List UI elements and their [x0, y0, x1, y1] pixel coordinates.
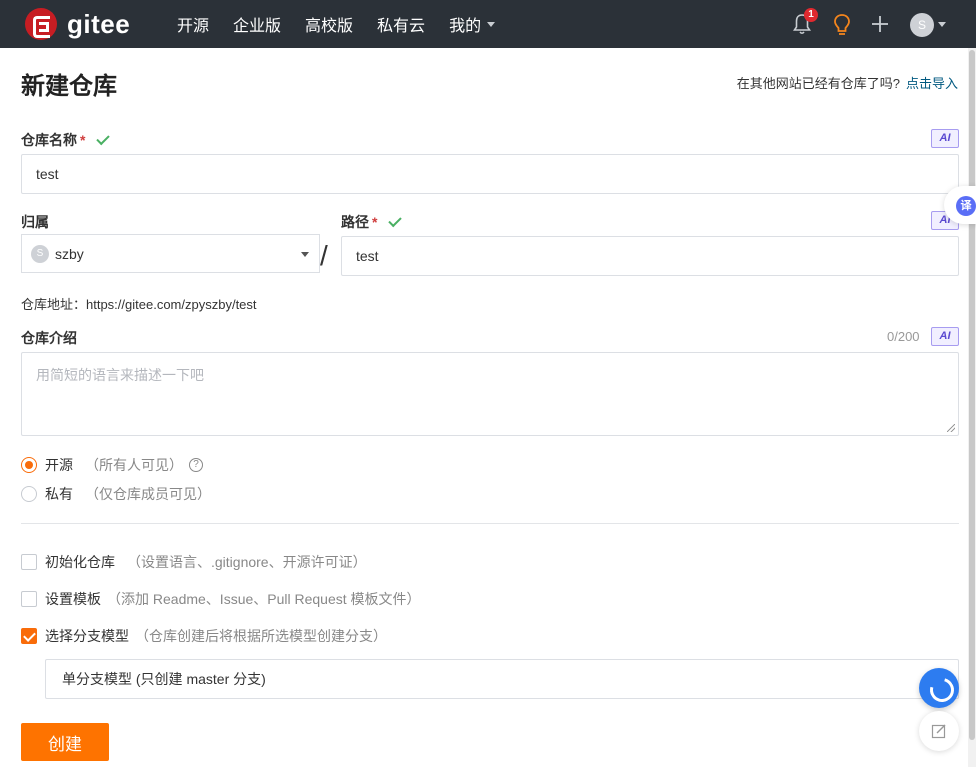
nav-item-mine-label: 我的 [449, 18, 482, 35]
visibility-private-option[interactable]: 私有 （仅仓库成员可见） [21, 484, 211, 504]
private-radio[interactable] [21, 486, 37, 502]
init-repo-label: 初始化仓库 [45, 554, 115, 570]
path-label-text: 路径 [341, 214, 369, 230]
visibility-public-option[interactable]: 开源 （所有人可见） ? [21, 455, 203, 475]
ai-button[interactable]: AI [931, 129, 959, 148]
repo-address: 仓库地址：https://gitee.com/zpyszby/test [21, 297, 257, 312]
nav-item-mine[interactable]: 我的 [449, 12, 496, 36]
chevron-down-icon[interactable] [938, 22, 946, 27]
required-mark: * [372, 214, 378, 230]
nav-item-education[interactable]: 高校版 [305, 12, 353, 36]
branch-model-label: 选择分支模型 [45, 628, 129, 644]
gitee-logo[interactable]: gitee [25, 8, 130, 40]
create-button[interactable]: 创建 [21, 723, 109, 761]
top-navbar: gitee 开源 企业版 高校版 私有云 我的 1 S [0, 0, 976, 48]
description-textarea[interactable]: 用简短的语言来描述一下吧 [21, 352, 959, 436]
init-repo-option[interactable]: 初始化仓库 （设置语言、.gitignore、开源许可证） [21, 552, 367, 572]
repo-name-label-text: 仓库名称 [21, 132, 77, 148]
page-title: 新建仓库 [21, 73, 117, 100]
branch-model-checkbox[interactable] [21, 628, 37, 644]
template-label: 设置模板 [45, 591, 101, 607]
repo-name-input[interactable]: test [21, 154, 959, 194]
main-nav: 开源 企业版 高校版 私有云 我的 [177, 0, 519, 48]
public-hint: （所有人可见） [85, 457, 183, 473]
user-avatar[interactable]: S [910, 13, 934, 37]
branch-model-hint: （仓库创建后将根据所选模型创建分支） [135, 628, 387, 644]
path-input[interactable]: test [341, 236, 959, 276]
branch-model-select[interactable]: 单分支模型 (只创建 master 分支) [45, 659, 959, 699]
private-label: 私有 [45, 486, 73, 502]
scrollbar-thumb[interactable] [969, 50, 975, 740]
path-separator: / [320, 240, 328, 271]
nav-item-private-cloud[interactable]: 私有云 [377, 12, 425, 36]
owner-label: 归属 [21, 214, 49, 230]
description-counter: 0/200 [887, 329, 920, 344]
path-label: 路径 * [341, 212, 403, 232]
help-icon[interactable]: ? [189, 458, 203, 472]
required-mark: * [80, 132, 86, 148]
chevron-down-icon [487, 21, 496, 27]
edit-icon [931, 724, 946, 739]
private-hint: （仅仓库成员可见） [85, 486, 211, 502]
owner-avatar: S [31, 244, 49, 263]
import-hint: 在其他网站已经有仓库了吗? 点击导入 [737, 73, 958, 92]
repo-name-label: 仓库名称 * [21, 130, 111, 150]
check-icon [96, 131, 111, 145]
translate-icon[interactable]: 译 [956, 196, 976, 216]
divider [21, 523, 959, 524]
description-placeholder: 用简短的语言来描述一下吧 [36, 367, 204, 383]
brand-name: gitee [67, 8, 131, 39]
chevron-down-icon [301, 252, 309, 257]
template-hint: （添加 Readme、Issue、Pull Request 模板文件） [107, 591, 421, 607]
nav-item-enterprise[interactable]: 企业版 [233, 12, 281, 36]
chat-assistant-icon[interactable] [919, 668, 959, 708]
owner-select[interactable]: S szby [21, 234, 320, 273]
public-radio[interactable] [21, 457, 37, 473]
import-hint-text: 在其他网站已经有仓库了吗? [736, 76, 900, 91]
init-repo-hint: （设置语言、.gitignore、开源许可证） [127, 554, 367, 570]
template-option[interactable]: 设置模板 （添加 Readme、Issue、Pull Request 模板文件） [21, 589, 421, 609]
lightbulb-icon[interactable] [832, 13, 852, 37]
resize-handle-icon[interactable] [947, 424, 955, 432]
import-link[interactable]: 点击导入 [906, 76, 958, 91]
check-icon [388, 213, 403, 227]
owner-value: szby [55, 245, 84, 262]
edit-feedback-button[interactable] [919, 711, 959, 751]
ai-button[interactable]: AI [931, 327, 959, 346]
notification-count-badge: 1 [804, 8, 818, 22]
branch-model-option[interactable]: 选择分支模型 （仓库创建后将根据所选模型创建分支） [21, 626, 387, 646]
public-label: 开源 [45, 457, 73, 473]
gitee-logo-icon [25, 8, 57, 40]
init-repo-checkbox[interactable] [21, 554, 37, 570]
plus-icon[interactable] [870, 14, 890, 34]
nav-item-open-source[interactable]: 开源 [177, 12, 209, 36]
template-checkbox[interactable] [21, 591, 37, 607]
description-label: 仓库介绍 [21, 330, 77, 346]
